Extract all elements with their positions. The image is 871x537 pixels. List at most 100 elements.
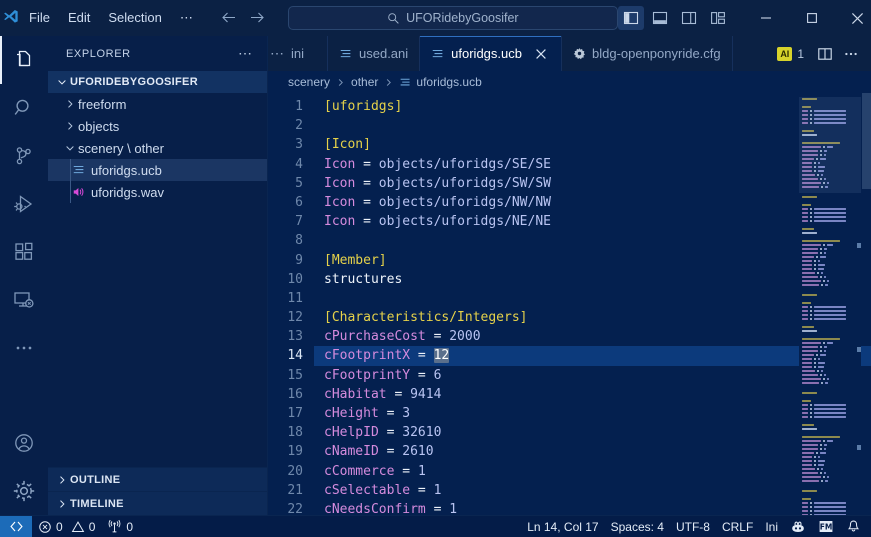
- tree-item-freeform[interactable]: freeform: [48, 93, 267, 115]
- status-ports[interactable]: 0: [101, 516, 139, 537]
- tree-root-folder[interactable]: UFORIDEBYGOOSIFER: [48, 71, 267, 93]
- activity-remote-explorer[interactable]: [0, 276, 48, 324]
- code-token-val: 1: [449, 501, 458, 515]
- activity-search[interactable]: [0, 84, 48, 132]
- code-content[interactable]: [uforidgs] [Icon] Icon = objects/uforidgs…: [314, 93, 871, 515]
- tab-label: used.ani: [359, 46, 409, 61]
- tab-uforidgs-ucb[interactable]: uforidgs.ucb: [420, 36, 562, 71]
- breadcrumb-item-other[interactable]: other: [351, 75, 378, 89]
- code-line[interactable]: cFootprintX = 12: [314, 346, 871, 366]
- maximize-icon[interactable]: [789, 0, 835, 36]
- tab-ini[interactable]: ⋯ ini: [268, 36, 328, 71]
- breadcrumb-item-scenery[interactable]: scenery: [288, 75, 330, 89]
- tree-item-objects[interactable]: objects: [48, 115, 267, 137]
- ai-badge[interactable]: AI: [777, 46, 793, 61]
- explorer-sidebar: EXPLORER ⋯ UFORIDEBYGOOSIFER freeform ob…: [48, 36, 268, 515]
- tab-label: ini: [291, 46, 305, 61]
- activity-more[interactable]: [0, 324, 48, 372]
- status-eol[interactable]: CRLF: [716, 516, 759, 537]
- ellipsis-icon[interactable]: ⋯: [232, 45, 259, 62]
- status-encoding[interactable]: UTF-8: [670, 516, 716, 537]
- code-line[interactable]: cHeight = 3: [314, 404, 871, 423]
- code-line[interactable]: Icon = objects/uforidgs/NE/NE: [314, 212, 871, 231]
- layout-sidebar-left-icon[interactable]: [617, 6, 644, 30]
- menu-file[interactable]: File: [20, 5, 59, 31]
- tree-item-uforidgs-wav[interactable]: uforidgs.wav: [48, 181, 267, 203]
- breadcrumb: scenery other uforidgs.ucb: [268, 71, 871, 93]
- close-icon[interactable]: [532, 45, 550, 63]
- menu-edit[interactable]: Edit: [59, 5, 99, 31]
- code-token-section: [Member]: [324, 252, 387, 268]
- minimap-block: [802, 305, 808, 309]
- code-line[interactable]: cHelpID = 32610: [314, 423, 871, 442]
- code-line[interactable]: cFootprintY = 6: [314, 366, 871, 385]
- status-language-mode[interactable]: Ini: [759, 516, 784, 537]
- code-line[interactable]: cPurchaseCost = 2000: [314, 327, 871, 346]
- menu-more[interactable]: ⋯: [171, 5, 202, 31]
- code-line[interactable]: cSelectable = 1: [314, 481, 871, 500]
- code-line[interactable]: [314, 289, 871, 308]
- code-line[interactable]: cHabitat = 9414: [314, 385, 871, 404]
- code-line[interactable]: structures: [314, 270, 871, 289]
- breadcrumb-item-file[interactable]: uforidgs.ucb: [399, 75, 482, 89]
- editor-vertical-scrollbar[interactable]: [861, 93, 871, 515]
- minimap-slider[interactable]: [799, 97, 861, 193]
- status-notifications-bell-icon[interactable]: [840, 516, 867, 537]
- tab-bldg-openponyride-cfg[interactable]: bldg-openponyride.cfg: [562, 36, 733, 71]
- code-line[interactable]: cNameID = 2610: [314, 442, 871, 461]
- minimap-block: [802, 195, 817, 199]
- tree-item-scenery-other[interactable]: scenery \ other: [48, 137, 267, 159]
- activity-source-control[interactable]: [0, 132, 48, 180]
- tab-used-ani[interactable]: used.ani: [328, 36, 421, 71]
- code-line[interactable]: [314, 116, 871, 135]
- arrow-right-icon[interactable]: [244, 6, 270, 30]
- layout-sidebar-right-icon[interactable]: [676, 6, 702, 30]
- close-icon[interactable]: [835, 0, 871, 36]
- code-editor[interactable]: 1234567891011121314151617181920212223 [u…: [268, 93, 871, 515]
- command-center[interactable]: UFORidebyGoosifer: [287, 6, 618, 30]
- outline-panel-header[interactable]: OUTLINE: [48, 467, 267, 491]
- activity-run-debug[interactable]: [0, 180, 48, 228]
- code-line[interactable]: cNeedsConfirm = 1: [314, 500, 871, 515]
- vscode-logo-icon: [0, 0, 20, 36]
- activity-settings[interactable]: [0, 467, 48, 515]
- code-line[interactable]: [314, 231, 871, 250]
- layout-panel-bottom-icon[interactable]: [647, 6, 673, 30]
- minimap[interactable]: [799, 93, 861, 515]
- minimap-block: [817, 467, 819, 471]
- status-remote-indicator[interactable]: [0, 515, 32, 537]
- code-line[interactable]: Icon = objects/uforidgs/SW/SW: [314, 174, 871, 193]
- minimap-block: [823, 243, 825, 247]
- chevron-down-icon: [54, 74, 70, 90]
- activity-accounts[interactable]: [0, 419, 48, 467]
- code-line[interactable]: [Characteristics/Integers]: [314, 308, 871, 327]
- code-token-val: objects/uforidgs/NE/NE: [378, 214, 551, 230]
- code-line[interactable]: cCommerce = 1: [314, 462, 871, 481]
- minimap-block: [802, 451, 814, 455]
- status-feedback-icon[interactable]: FM: [812, 516, 840, 537]
- code-line[interactable]: Icon = objects/uforidgs/SE/SE: [314, 155, 871, 174]
- activity-extensions[interactable]: [0, 228, 48, 276]
- editor-actions: AI 1: [769, 36, 871, 71]
- ellipsis-icon[interactable]: [839, 43, 863, 65]
- tree-item-uforidgs-ucb[interactable]: uforidgs.ucb: [48, 159, 267, 181]
- scrollbar-thumb[interactable]: [862, 93, 871, 189]
- tree-item-label: uforidgs.ucb: [91, 162, 162, 178]
- split-editor-icon[interactable]: [813, 43, 837, 65]
- code-line[interactable]: [uforidgs]: [314, 97, 871, 116]
- minimap-block: [818, 357, 820, 361]
- minimap-block: [814, 317, 846, 321]
- activity-explorer[interactable]: [0, 36, 48, 84]
- minimize-icon[interactable]: [743, 0, 789, 36]
- menu-selection[interactable]: Selection: [99, 5, 170, 31]
- arrow-left-icon[interactable]: [216, 6, 242, 30]
- status-copilot-icon[interactable]: [784, 516, 812, 537]
- status-problems[interactable]: 0 0: [32, 516, 101, 537]
- layout-customize-icon[interactable]: [705, 6, 731, 30]
- code-line[interactable]: [Member]: [314, 251, 871, 270]
- status-cursor-position[interactable]: Ln 14, Col 17: [521, 516, 604, 537]
- status-indentation[interactable]: Spaces: 4: [605, 516, 670, 537]
- code-line[interactable]: Icon = objects/uforidgs/NW/NW: [314, 193, 871, 212]
- timeline-panel-header[interactable]: TIMELINE: [48, 491, 267, 515]
- code-line[interactable]: [Icon]: [314, 135, 871, 154]
